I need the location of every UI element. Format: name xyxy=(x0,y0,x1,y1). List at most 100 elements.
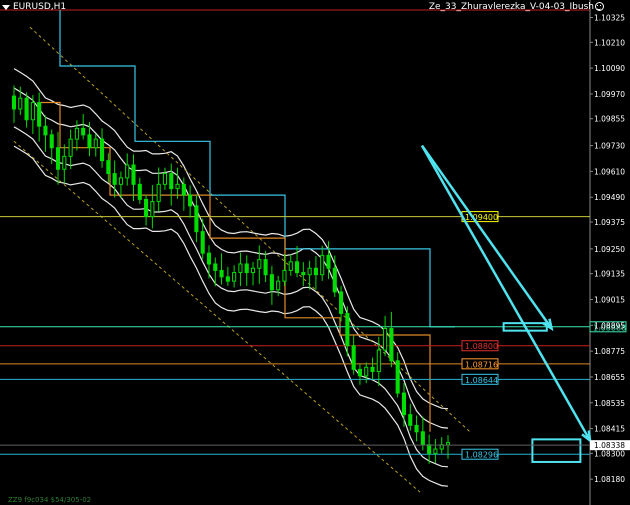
y-tick-label: 1.10210 xyxy=(594,38,625,47)
arrow-1 xyxy=(420,144,553,330)
dropdown-icon[interactable] xyxy=(2,5,10,10)
candle-body xyxy=(162,173,168,185)
candle-body xyxy=(206,252,212,265)
candle-body xyxy=(414,424,419,433)
candle-body xyxy=(357,368,362,377)
candle-body xyxy=(175,183,180,190)
price-level-label-3: 1.08800 xyxy=(465,342,498,351)
candle-body xyxy=(276,280,281,291)
y-tick-label: 1.08655 xyxy=(594,373,625,382)
candle-body xyxy=(257,259,262,269)
candle-body xyxy=(364,366,369,377)
candle-body xyxy=(125,164,130,179)
candle-body xyxy=(250,267,256,274)
candle-body xyxy=(427,444,432,454)
candle-body xyxy=(24,97,29,121)
candle-body xyxy=(81,127,86,136)
y-tick-label: 1.09970 xyxy=(594,90,625,99)
candle-body xyxy=(433,448,438,454)
candle-body xyxy=(445,442,451,446)
candle-body xyxy=(112,173,117,185)
y-tick-label: 1.09855 xyxy=(594,115,625,124)
y-tick-label: 1.08180 xyxy=(594,475,625,484)
target-box-2 xyxy=(531,438,582,463)
price-level-label-5: 1.08644 xyxy=(465,376,498,385)
candle-body xyxy=(320,254,325,276)
y-tick-label: 1.09250 xyxy=(594,245,625,254)
candle-body xyxy=(282,269,287,282)
envelope-band-1 xyxy=(13,87,449,429)
arrow-2 xyxy=(420,144,592,442)
candle-body xyxy=(74,127,79,140)
candle-body xyxy=(232,272,237,282)
candle-body xyxy=(288,261,293,271)
candle-body xyxy=(294,261,300,274)
candle-body xyxy=(389,328,394,362)
footer-text: ZZ9 f9c034 $54/305-02 xyxy=(8,496,92,504)
price-level-label-4: 1.08716 xyxy=(465,360,498,369)
candle-body xyxy=(401,392,407,416)
candle-body xyxy=(169,173,174,190)
candle-body xyxy=(18,97,23,110)
candle-body xyxy=(326,254,331,269)
y-tick-label: 1.08895 xyxy=(594,321,625,330)
candle-body xyxy=(100,138,105,162)
price-chart[interactable]: 1.094001.088881.088001.087161.086441.082… xyxy=(0,0,630,505)
y-tick-label: 1.09490 xyxy=(594,193,625,202)
y-tick-label: 1.09375 xyxy=(594,218,625,227)
y-tick-label: 1.08535 xyxy=(594,399,625,408)
candle-body xyxy=(219,269,224,278)
candle-body xyxy=(225,276,230,282)
indicator-name: Ze_33_Zhuravlerezka_V-04-03_Ibush xyxy=(428,2,594,12)
candle-body xyxy=(269,274,274,291)
orange-step-line xyxy=(40,101,431,432)
candle-body xyxy=(87,134,92,149)
candle-body xyxy=(49,134,54,149)
candle-body xyxy=(238,263,243,274)
channel-dashed-line-1 xyxy=(29,26,471,433)
y-tick-label: 1.09135 xyxy=(594,270,625,279)
candle-body xyxy=(200,231,205,254)
candle-body xyxy=(213,263,218,271)
candle-body xyxy=(144,198,149,218)
candle-body xyxy=(106,160,111,175)
candle-body xyxy=(194,205,199,233)
candle-body xyxy=(68,138,73,157)
candle-body xyxy=(150,201,155,218)
candle-body xyxy=(181,183,186,196)
candle-body xyxy=(43,125,48,136)
candle-body xyxy=(307,267,312,276)
candle-body xyxy=(395,360,400,394)
candle-body xyxy=(376,349,381,373)
candle-body xyxy=(55,147,61,170)
candle-body xyxy=(420,431,425,446)
smiley-icon[interactable] xyxy=(595,2,604,11)
candle-body xyxy=(408,414,413,426)
candle-body xyxy=(11,95,17,110)
candle-body xyxy=(370,366,375,373)
y-tick-label: 1.10090 xyxy=(594,64,625,73)
price-level-label-6: 1.08296 xyxy=(465,451,498,460)
y-tick-label: 1.10325 xyxy=(594,14,625,23)
candle-body xyxy=(131,164,136,185)
candle-body xyxy=(137,183,142,200)
y-tick-label: 1.08300 xyxy=(594,449,625,458)
chart-window[interactable]: 1.09400 1.08888 1.08800 1.08716 1.08644 1.082… xyxy=(0,0,630,505)
candle-body xyxy=(62,155,67,170)
y-tick-label: 1.09015 xyxy=(594,295,625,304)
candle-body xyxy=(351,345,356,370)
candle-body xyxy=(37,102,42,127)
y-tick-label: 1.09610 xyxy=(594,167,625,176)
candle-body xyxy=(188,194,193,207)
symbol-menu[interactable]: EURUSD,H1 xyxy=(2,2,66,13)
candle-body xyxy=(301,272,306,276)
candle-body xyxy=(93,138,98,149)
cyan-step-line xyxy=(59,10,455,328)
candle-body xyxy=(332,267,337,293)
candle-body xyxy=(156,183,161,203)
candle-body xyxy=(244,263,249,274)
y-tick-label: 1.08775 xyxy=(594,347,625,356)
candle-body xyxy=(263,259,268,276)
y-tick-label: 1.08415 xyxy=(594,425,625,434)
envelope-band-3 xyxy=(13,126,449,468)
